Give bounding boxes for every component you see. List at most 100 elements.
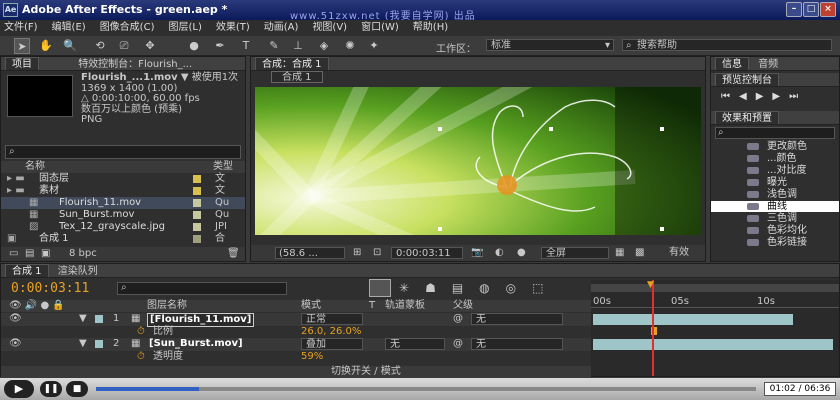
selection-tool-icon[interactable]: ➤	[14, 38, 30, 54]
label-color-swatch[interactable]	[193, 211, 201, 219]
new-comp-icon[interactable]: ▣	[41, 247, 50, 261]
first-frame-icon[interactable]: ⏮	[721, 91, 739, 102]
minimize-button[interactable]: –	[786, 2, 802, 17]
effect-item[interactable]: 曝光	[711, 177, 839, 188]
parent-select[interactable]: 无	[471, 338, 563, 350]
stopwatch-icon[interactable]: ⏱	[137, 326, 145, 338]
blend-mode-select[interactable]: 叠加	[301, 338, 363, 350]
tab-effects-presets[interactable]: 效果和预置	[715, 111, 779, 124]
time-ruler[interactable]: 00s 05s 10s	[591, 296, 839, 308]
safe-margins-icon[interactable]: ⊡	[373, 245, 381, 261]
track-matte-select[interactable]: 无	[385, 338, 445, 350]
visibility-icon[interactable]: 👁	[9, 313, 22, 325]
view-options[interactable]: 有效	[669, 245, 689, 261]
parent-pick-whip-icon[interactable]: @	[453, 313, 463, 325]
work-area-bar[interactable]	[591, 284, 839, 292]
maximize-button[interactable]: □	[803, 2, 819, 17]
project-search-input[interactable]: ⌕	[5, 145, 241, 159]
camera-tool-icon[interactable]: ⎚	[116, 38, 132, 54]
pan-behind-tool-icon[interactable]: ✥	[142, 38, 158, 54]
close-button[interactable]: ×	[820, 2, 836, 17]
menu-help[interactable]: 帮助(H)	[413, 20, 448, 36]
menu-edit[interactable]: 编辑(E)	[52, 20, 86, 36]
layer-row[interactable]: 👁 ▼ 1 ▦ [Flourish_11.mov] 正常 @ 无	[1, 313, 591, 327]
label-color-swatch[interactable]	[193, 187, 201, 195]
footage-usage[interactable]: ▼ 被使用1次	[181, 72, 238, 83]
stopwatch-icon[interactable]: ⏱	[137, 351, 145, 363]
parent-select[interactable]: 无	[471, 313, 563, 325]
timeline-search-input[interactable]: ⌕	[117, 282, 287, 295]
eraser-tool-icon[interactable]: ◈	[316, 38, 332, 54]
play-icon[interactable]: ▶	[756, 91, 773, 102]
tab-audio[interactable]: 音频	[752, 58, 784, 70]
channel-icon[interactable]: ◐	[495, 245, 504, 261]
layer-name[interactable]: [Flourish_11.mov]	[147, 313, 255, 327]
hand-tool-icon[interactable]: ✋	[38, 38, 54, 54]
effect-item[interactable]: ...颜色	[711, 153, 839, 164]
prev-frame-icon[interactable]: ◀	[739, 91, 756, 102]
zoom-tool-icon[interactable]: 🔍	[62, 38, 78, 54]
effect-item[interactable]: 色彩均化	[711, 225, 839, 236]
label-color-swatch[interactable]	[95, 340, 103, 348]
playhead-handle-icon[interactable]: ▼	[647, 280, 654, 290]
menu-effect[interactable]: 效果(T)	[216, 20, 250, 36]
transparency-grid-icon[interactable]: ▩	[635, 245, 644, 261]
seek-bar[interactable]	[96, 387, 756, 391]
comp-subtab[interactable]: 合成 1	[271, 71, 323, 83]
project-item[interactable]: ▣ 合成 1 合	[1, 233, 245, 245]
tab-preview[interactable]: 预览控制台	[715, 73, 779, 86]
layer-row[interactable]: 👁 ▼ 2 ▦ [Sun_Burst.mov] 叠加 无 @ 无	[1, 338, 591, 351]
property-value[interactable]: 59%	[301, 351, 323, 363]
label-color-swatch[interactable]	[95, 315, 103, 323]
visibility-icon[interactable]: 👁	[9, 338, 22, 350]
tab-project[interactable]: 项目	[5, 57, 39, 70]
last-frame-icon[interactable]: ⏭	[789, 91, 807, 102]
t-header[interactable]: T	[369, 300, 375, 312]
layer-duration-bar[interactable]	[593, 339, 833, 350]
effect-item[interactable]: 曲线	[711, 201, 839, 212]
menu-file[interactable]: 文件(F)	[4, 20, 38, 36]
tab-comp1-timeline[interactable]: 合成 1	[5, 264, 49, 277]
project-item[interactable]: ▸ ▬ 固态层 文	[1, 173, 245, 185]
label-color-swatch[interactable]	[193, 235, 201, 243]
tab-effect-controls[interactable]: 特效控制台：Flourish_...	[72, 58, 198, 70]
brush-tool-icon[interactable]: ✎	[266, 38, 282, 54]
new-folder-icon[interactable]: ▤	[25, 247, 34, 261]
label-color-swatch[interactable]	[193, 199, 201, 207]
comp-mini-flowchart-icon[interactable]	[369, 279, 391, 297]
play-button[interactable]: ▶	[4, 380, 34, 398]
delete-icon[interactable]: 🗑	[227, 247, 240, 261]
effect-item[interactable]: ...对比度	[711, 165, 839, 176]
menu-layer[interactable]: 图层(L)	[168, 20, 201, 36]
layer-name[interactable]: [Sun_Burst.mov]	[149, 338, 243, 350]
timeline-timecode[interactable]: 0:00:03:11	[11, 281, 89, 296]
playhead[interactable]	[652, 280, 654, 376]
column-type-header[interactable]: 类型	[213, 161, 233, 173]
expand-arrow-icon[interactable]: ▼	[79, 338, 87, 350]
effect-item[interactable]: 三色调	[711, 213, 839, 224]
snapshot-icon[interactable]: 📷	[471, 245, 483, 261]
layer-name-header[interactable]: 图层名称	[147, 300, 187, 312]
effect-item[interactable]: 更改颜色	[711, 141, 839, 152]
property-value[interactable]: 26.0, 26.0%	[301, 326, 361, 338]
rotate-tool-icon[interactable]: ⟲	[92, 38, 108, 54]
menu-composition[interactable]: 图像合成(C)	[100, 20, 155, 36]
interpret-footage-icon[interactable]: ▭	[9, 247, 18, 261]
ellipse-tool-icon[interactable]: ●	[186, 38, 202, 54]
blend-mode-select[interactable]: 正常	[301, 313, 363, 325]
label-color-swatch[interactable]	[193, 223, 201, 231]
roto-brush-tool-icon[interactable]: ✺	[342, 38, 358, 54]
effect-item[interactable]: 色彩链接	[711, 237, 839, 248]
frame-blend-icon[interactable]: ▤	[452, 281, 479, 295]
trkmat-header[interactable]: 轨道蒙板	[385, 300, 425, 312]
timeline-tracks[interactable]: 00s 05s 10s ▼	[591, 280, 839, 376]
region-icon[interactable]: ▦	[615, 245, 624, 261]
bit-depth-label[interactable]: 8 bpc	[69, 247, 97, 261]
resolution-select[interactable]: 全屏	[541, 247, 609, 259]
next-frame-icon[interactable]: ▶	[772, 91, 789, 102]
shy-icon[interactable]: ☗	[425, 281, 452, 295]
menu-animation[interactable]: 动画(A)	[264, 20, 299, 36]
resolution-icon[interactable]: ⊞	[353, 245, 361, 261]
project-item[interactable]: ▦ Flourish_11.mov Qu	[1, 197, 245, 209]
parent-pick-whip-icon[interactable]: @	[453, 338, 463, 350]
